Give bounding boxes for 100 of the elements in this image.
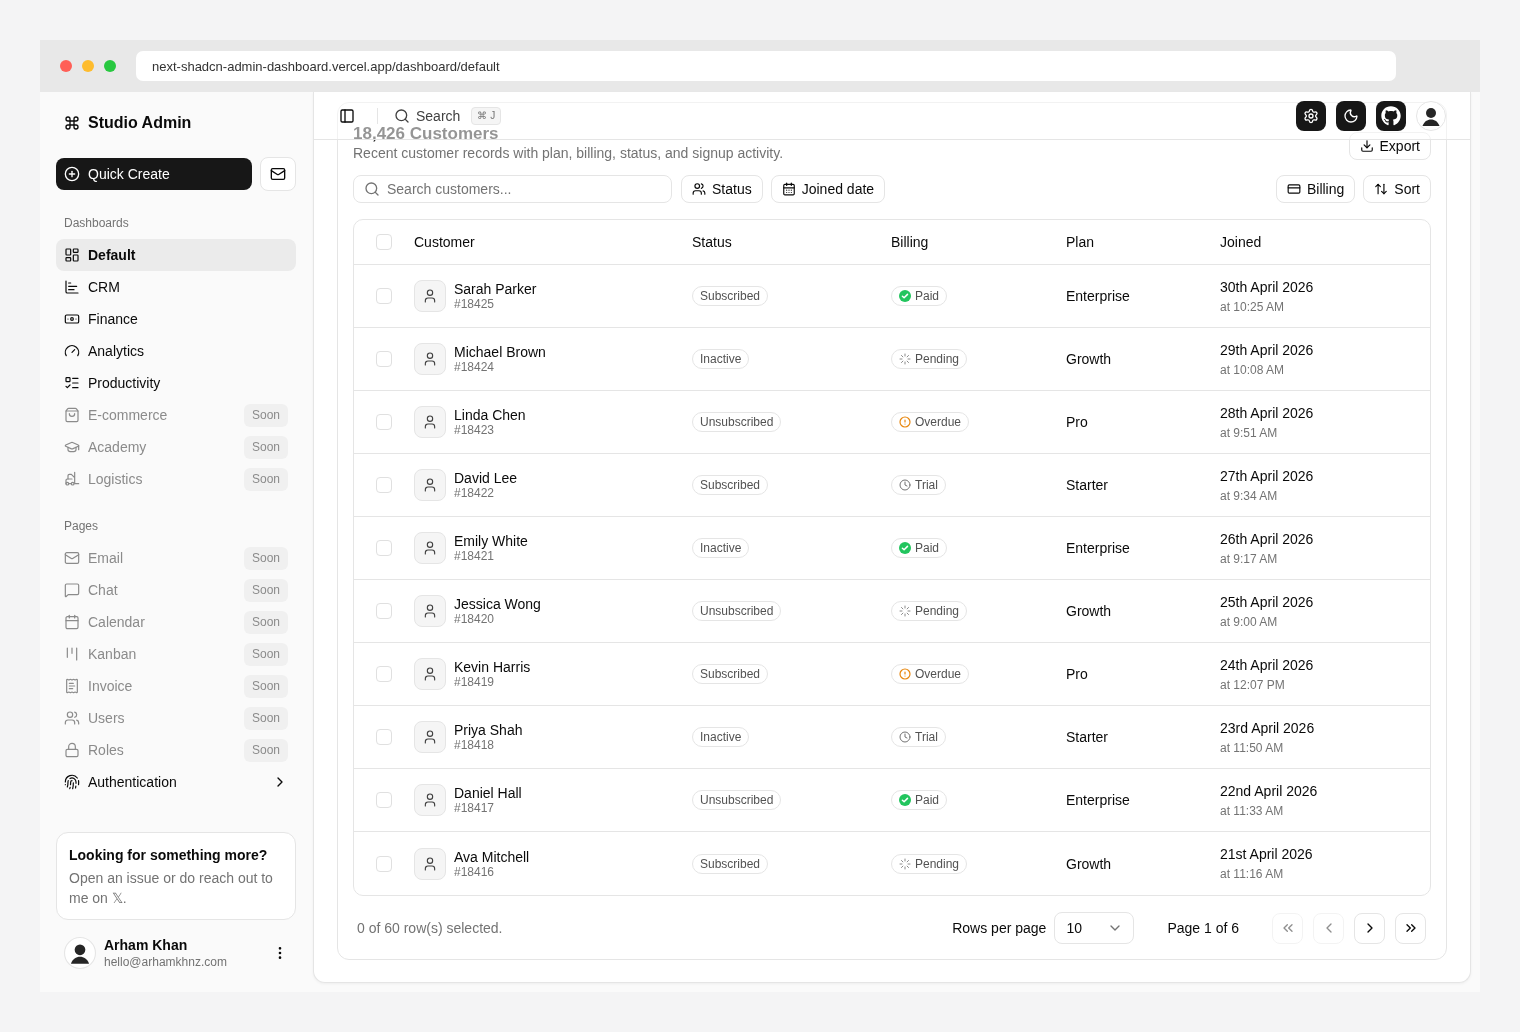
customer-id: #18424 [454,360,496,374]
row-checkbox[interactable] [376,855,392,872]
billing-label: Overdue [915,415,962,429]
card-title: 18,426 Customers [353,126,500,142]
calendar-icon [781,182,796,196]
user-icon [414,343,446,375]
nav-item[interactable]: Default [56,239,296,271]
coming-soon-badge: Soon [243,467,288,491]
fingerprint-icon [64,774,80,790]
promo-title: Looking for something more? [69,846,269,864]
row-checkbox[interactable] [376,792,392,808]
joined-date: 24th April 2026 [1220,655,1314,674]
address-bar[interactable]: next-shadcn-admin-dashboard.vercel.app/dashboard/default [136,51,1396,81]
minimize-window-button[interactable] [82,60,94,72]
row-checkbox[interactable] [376,477,392,493]
card-description: Recent customer records with plan, billing, status, and signup activity. [353,144,784,162]
billing-label: Trial [915,478,938,492]
column-header: Status [692,234,732,250]
next-page-button[interactable] [1354,912,1385,944]
plan-name: Growth [1066,855,1112,872]
customer-name: Ava Mitchell [454,848,530,865]
coming-soon-badge: Soon [243,578,288,602]
user-icon [414,280,446,312]
column-header: Billing [891,234,929,250]
moon-icon [1343,107,1359,124]
user-icon [414,784,446,816]
loader-icon [899,605,911,617]
export-button[interactable]: Export [1348,132,1431,160]
row-checkbox[interactable] [376,288,392,304]
github-icon [1381,105,1401,126]
coming-soon-badge: Soon [243,738,288,762]
billing-label: Overdue [915,667,962,681]
rows-per-page-select[interactable]: 10 [1054,912,1135,944]
row-checkbox[interactable] [376,234,392,250]
joined-date-filter-button[interactable]: Joined date [770,175,886,203]
quick-create-button[interactable]: Quick Create [56,158,252,190]
plan-name: Enterprise [1066,288,1130,304]
theme-toggle-button[interactable] [1336,100,1366,131]
customer-id: #18421 [454,549,496,563]
plan-name: Pro [1066,666,1088,682]
joined-time: at 12:07 PM [1220,676,1286,693]
row-checkbox[interactable] [376,540,392,556]
clock-icon [899,731,911,743]
row-checkbox[interactable] [376,414,392,430]
row-checkbox[interactable] [376,729,392,745]
brand-name: Studio Admin [88,114,192,132]
customer-name: Jessica Wong [454,596,541,612]
joined-date: 23rd April 2026 [1220,718,1315,737]
checklist-icon [64,375,80,391]
customer-name: Kevin Harris [454,659,531,675]
joined-time: at 10:08 AM [1220,361,1286,378]
customer-id: #18416 [454,864,496,879]
loader-icon [899,857,911,870]
nav-item[interactable]: Analytics [56,335,296,367]
users-icon [64,710,80,726]
user-avatar-icon [64,937,96,969]
customer-name: Michael Brown [454,344,546,360]
zoom-window-button[interactable] [104,60,116,72]
nav-item[interactable]: Finance [56,303,296,335]
user-icon [414,532,446,564]
customer-id: #18417 [454,801,496,815]
user-icon [414,469,446,501]
user-icon [414,658,446,690]
github-button[interactable] [1376,100,1406,131]
customer-id: #18420 [454,612,496,626]
nav-item[interactable]: Productivity [56,367,296,399]
status-filter-button[interactable]: Status [681,175,763,203]
joined-date: 29th April 2026 [1220,340,1314,359]
customer-name: David Lee [454,470,518,486]
joined-date: 26th April 2026 [1220,529,1314,548]
panel-left-icon[interactable] [339,107,355,124]
customer-name: Priya Shah [454,722,523,738]
check-circle-icon [899,542,911,554]
sort-button[interactable]: Sort [1363,175,1431,203]
row-checkbox[interactable] [376,666,392,682]
row-checkbox[interactable] [376,351,392,367]
coming-soon-badge: Soon [243,674,288,698]
coming-soon-badge: Soon [243,546,288,570]
joined-time: at 11:16 AM [1220,866,1285,882]
joined-time: at 11:33 AM [1220,802,1285,819]
gauge-icon [64,343,80,359]
user-icon [414,721,446,753]
row-checkbox[interactable] [376,603,392,619]
joined-date: 21st April 2026 [1220,845,1313,863]
settings-icon [1303,107,1319,124]
users-icon [692,182,706,196]
plan-name: Growth [1066,603,1112,619]
settings-button[interactable] [1296,100,1326,131]
download-icon [1359,139,1374,153]
billing-filter-button[interactable]: Billing [1275,175,1356,203]
coming-soon-badge: Soon [243,435,288,459]
nav-item[interactable]: CRM [56,271,296,303]
close-window-button[interactable] [60,60,72,72]
command-icon [64,115,80,131]
inbox-button[interactable] [260,157,296,191]
search-field[interactable]: Search customers... [353,175,672,203]
loader-icon [899,353,911,365]
last-page-button[interactable] [1395,912,1426,944]
coming-soon-badge: Soon [243,610,288,634]
nav-item[interactable]: Authentication [56,766,296,798]
